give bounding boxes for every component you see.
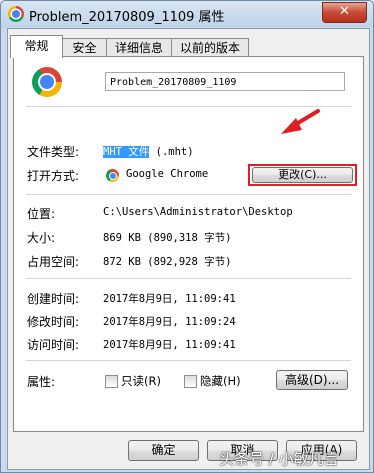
tab-security[interactable]: 安全 bbox=[62, 38, 107, 57]
divider bbox=[26, 278, 351, 279]
file-type-value: MHT 文件 (.mht) bbox=[103, 144, 194, 159]
chrome-icon bbox=[8, 6, 24, 22]
divider bbox=[26, 360, 351, 361]
file-type-highlight: MHT 文件 bbox=[103, 146, 150, 158]
change-button[interactable]: 更改(C)... bbox=[252, 167, 353, 183]
general-panel: Problem_20170809_1109 文件类型: MHT 文件 (.mht… bbox=[13, 56, 364, 432]
accessed-label: 访问时间: bbox=[27, 338, 80, 352]
tab-details[interactable]: 详细信息 bbox=[106, 38, 172, 57]
chrome-icon bbox=[106, 169, 119, 182]
close-icon: ✕ bbox=[339, 4, 350, 19]
close-button[interactable]: ✕ bbox=[322, 2, 367, 23]
watermark: 头条号 / 小敏凡言 bbox=[219, 450, 339, 468]
readonly-label[interactable]: 只读(R) bbox=[121, 373, 161, 389]
file-type-ext: (.mht) bbox=[149, 146, 194, 158]
title-bar[interactable]: Problem_20170809_1109 属性 ✕ bbox=[1, 1, 373, 27]
tab-strip: 常规 安全 详细信息 以前的版本 bbox=[8, 35, 369, 58]
modified-label: 修改时间: bbox=[27, 315, 80, 329]
hidden-label[interactable]: 隐藏(H) bbox=[200, 373, 241, 389]
accessed-value: 2017年8月9日, 11:09:41 bbox=[103, 339, 236, 351]
open-with-app: Google Chrome bbox=[126, 168, 209, 180]
location-value: C:\Users\Administrator\Desktop bbox=[103, 206, 293, 218]
ok-button[interactable]: 确定 bbox=[128, 440, 199, 461]
disk-size-label: 占用空间: bbox=[27, 255, 80, 269]
hidden-checkbox[interactable] bbox=[184, 375, 197, 388]
created-label: 创建时间: bbox=[27, 292, 80, 306]
size-label: 大小: bbox=[27, 231, 56, 245]
open-with-label: 打开方式: bbox=[27, 169, 80, 183]
location-label: 位置: bbox=[27, 207, 56, 221]
created-value: 2017年8月9日, 11:09:41 bbox=[103, 293, 236, 305]
advanced-button[interactable]: 高级(D)... bbox=[276, 370, 348, 390]
chrome-file-icon bbox=[32, 67, 62, 97]
disk-size-value: 872 KB (892,928 字节) bbox=[103, 256, 232, 268]
window-title: Problem_20170809_1109 属性 bbox=[29, 10, 225, 25]
tab-general[interactable]: 常规 bbox=[10, 35, 63, 58]
modified-value: 2017年8月9日, 11:09:24 bbox=[103, 316, 236, 328]
dialog-client: 常规 安全 详细信息 以前的版本 Problem_20170809_1109 文… bbox=[7, 28, 370, 470]
size-value: 869 KB (890,318 字节) bbox=[103, 232, 232, 244]
file-type-label: 文件类型: bbox=[27, 145, 80, 159]
divider bbox=[26, 106, 351, 107]
tab-previous-versions[interactable]: 以前的版本 bbox=[171, 38, 249, 57]
file-name-field[interactable]: Problem_20170809_1109 bbox=[105, 72, 345, 91]
readonly-checkbox[interactable] bbox=[105, 375, 118, 388]
divider bbox=[26, 194, 351, 195]
attributes-label: 属性: bbox=[27, 375, 56, 389]
properties-window: Problem_20170809_1109 属性 ✕ 常规 安全 详细信息 以前… bbox=[0, 0, 374, 473]
